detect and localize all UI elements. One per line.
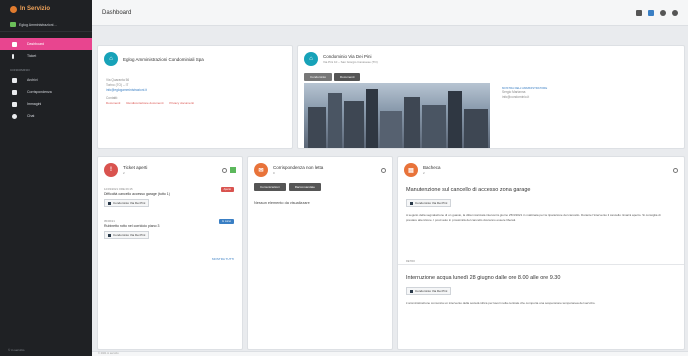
- sidebar-item-archivi[interactable]: Archivi: [0, 74, 92, 86]
- refresh-icon[interactable]: [673, 167, 678, 173]
- sidebar-item-label: Ticket: [27, 54, 37, 58]
- refresh-icon[interactable]: [381, 167, 386, 173]
- settings-icon[interactable]: [660, 9, 666, 16]
- post-tag: Condominio Via Dei Pini: [406, 287, 452, 295]
- org-selector[interactable]: Eglog Amministrazioni…: [0, 18, 92, 32]
- chat-icon: [12, 113, 17, 119]
- post-tag: Condominio Via Dei Pini: [406, 199, 452, 207]
- ticket-item[interactable]: 12/03/2021 ORE 09:15 Difficoltà cancello…: [98, 177, 242, 207]
- board-post[interactable]: Manutenzione sul cancello di accesso zon…: [398, 177, 684, 259]
- post-body: A seguito della segnalazione di un guast…: [406, 213, 661, 222]
- sidebar-section-label: CONDOMINIO: [10, 68, 30, 72]
- sidebar-item-chat[interactable]: Chat: [0, 110, 92, 122]
- admin-email: info@condominio.it: [502, 95, 530, 99]
- documents-link[interactable]: Documenti: [106, 101, 120, 105]
- sidebar: In Servizio Eglog Amministrazioni… Dashb…: [0, 0, 92, 356]
- mail-title: Corrispondenza non letta: [273, 165, 324, 170]
- sidebar-item-ticket[interactable]: Ticket: [0, 50, 92, 62]
- sidebar-item-label: Archivi: [27, 78, 38, 82]
- sidebar-footer: © in servizio: [8, 348, 25, 352]
- tab-condominio[interactable]: Condominio: [304, 73, 333, 81]
- tickets-title: Ticket aperti: [123, 165, 148, 170]
- mail-count: 0: [273, 171, 275, 175]
- sidebar-item-corrispondenza[interactable]: Corrispondenza: [0, 86, 92, 98]
- company-email-link[interactable]: info@eglogamministrazioni.it: [106, 88, 284, 92]
- ticket-title: Difficoltà cancello accesso garage (tutt…: [104, 192, 170, 196]
- sidebar-item-dashboard[interactable]: Dashboard: [0, 38, 92, 50]
- company-card: ⌂ Eglog Amministrazioni Condominiali Spa…: [97, 45, 293, 149]
- topbar: Dashboard: [92, 0, 688, 26]
- board-count: 2: [423, 171, 425, 175]
- board-title: Bacheca: [423, 165, 441, 170]
- user-icon[interactable]: [672, 9, 678, 16]
- board-card: ▤ Bacheca 2 Manutenzione sul cancello di…: [397, 156, 685, 350]
- ticket-title: Rubinetto rotto nel corridoio piano 3: [104, 224, 160, 228]
- reporting-link[interactable]: Rendicontazione documenti: [126, 101, 163, 105]
- company-avatar-icon: ⌂: [104, 52, 118, 66]
- exclamation-icon: [12, 53, 14, 59]
- ticket-tag: Condominio Via Dei Pini: [104, 231, 150, 239]
- condo-card: ⌂ Condominio Via Dei Pini Via Pini 10 – …: [297, 45, 685, 149]
- mail-icon: [12, 89, 17, 95]
- page-title: Dashboard: [102, 9, 132, 16]
- add-icon[interactable]: [230, 167, 236, 173]
- archive-icon: [12, 77, 17, 83]
- sidebar-item-label: Chat: [27, 114, 35, 118]
- board-icon: ▤: [404, 163, 418, 177]
- tickets-count: 2: [123, 171, 125, 175]
- tab-documenti[interactable]: Documenti: [334, 73, 361, 81]
- dashboard-icon: [12, 41, 17, 47]
- condo-photo: [304, 83, 490, 148]
- sidebar-item-label: Corrispondenza: [27, 90, 52, 94]
- refresh-icon[interactable]: [222, 167, 227, 173]
- condo-avatar-icon: ⌂: [304, 52, 318, 66]
- image-icon: [12, 101, 17, 107]
- tickets-card: ! Ticket aperti 2 12/03/2021 ORE 09:15 D…: [97, 156, 243, 350]
- sidebar-item-label: Dashboard: [27, 42, 45, 46]
- ticket-item[interactable]: 05/06/21 Rubinetto rotto nel corridoio p…: [98, 207, 242, 239]
- logo-icon: [10, 5, 17, 13]
- registered-mail-button[interactable]: Raccomandate: [288, 183, 321, 191]
- post-title: Manutenzione sul cancello di accesso zon…: [406, 187, 531, 193]
- mail-icon[interactable]: [636, 9, 642, 16]
- mailbox-icon: ✉: [254, 163, 268, 177]
- ticket-status-badge: In corso: [219, 219, 234, 224]
- statusbar: © 2021 in servizio: [92, 351, 688, 356]
- building-icon: [10, 22, 16, 27]
- privacy-link[interactable]: Privacy documenti: [169, 101, 194, 105]
- company-title: Eglog Amministrazioni Condominiali Spa: [123, 56, 204, 62]
- post-title: Interruzione acqua lunedì 28 giugno dall…: [406, 275, 561, 281]
- condo-subtitle: Via Pini 10 – San Giorgio Canavese (TO): [323, 60, 378, 64]
- mail-card: ✉ Corrispondenza non letta 0 Comunicazio…: [247, 156, 393, 350]
- communications-button[interactable]: Comunicazioni: [254, 183, 286, 191]
- ticket-tag: Condominio Via Dei Pini: [104, 199, 150, 207]
- brand[interactable]: In Servizio: [0, 0, 92, 18]
- show-all-tickets-link[interactable]: MOSTRA TUTTI: [212, 257, 234, 261]
- condo-title: Condominio Via Dei Pini: [323, 54, 372, 59]
- pin-icon[interactable]: [648, 9, 654, 16]
- mail-empty-text: Nessun elemento da visualizzare: [254, 201, 310, 205]
- org-name: Eglog Amministrazioni…: [19, 22, 57, 27]
- post-body: L'amministrazione comunica un intervento…: [406, 301, 596, 305]
- sidebar-item-immagini[interactable]: Immagini: [0, 98, 92, 110]
- board-post[interactable]: Interruzione acqua lunedì 28 giugno dall…: [398, 265, 684, 306]
- sidebar-item-label: Immagini: [27, 102, 42, 106]
- alert-icon: !: [104, 163, 118, 177]
- ticket-status-badge: Aperto: [220, 187, 234, 192]
- brand-name: In Servizio: [20, 6, 51, 12]
